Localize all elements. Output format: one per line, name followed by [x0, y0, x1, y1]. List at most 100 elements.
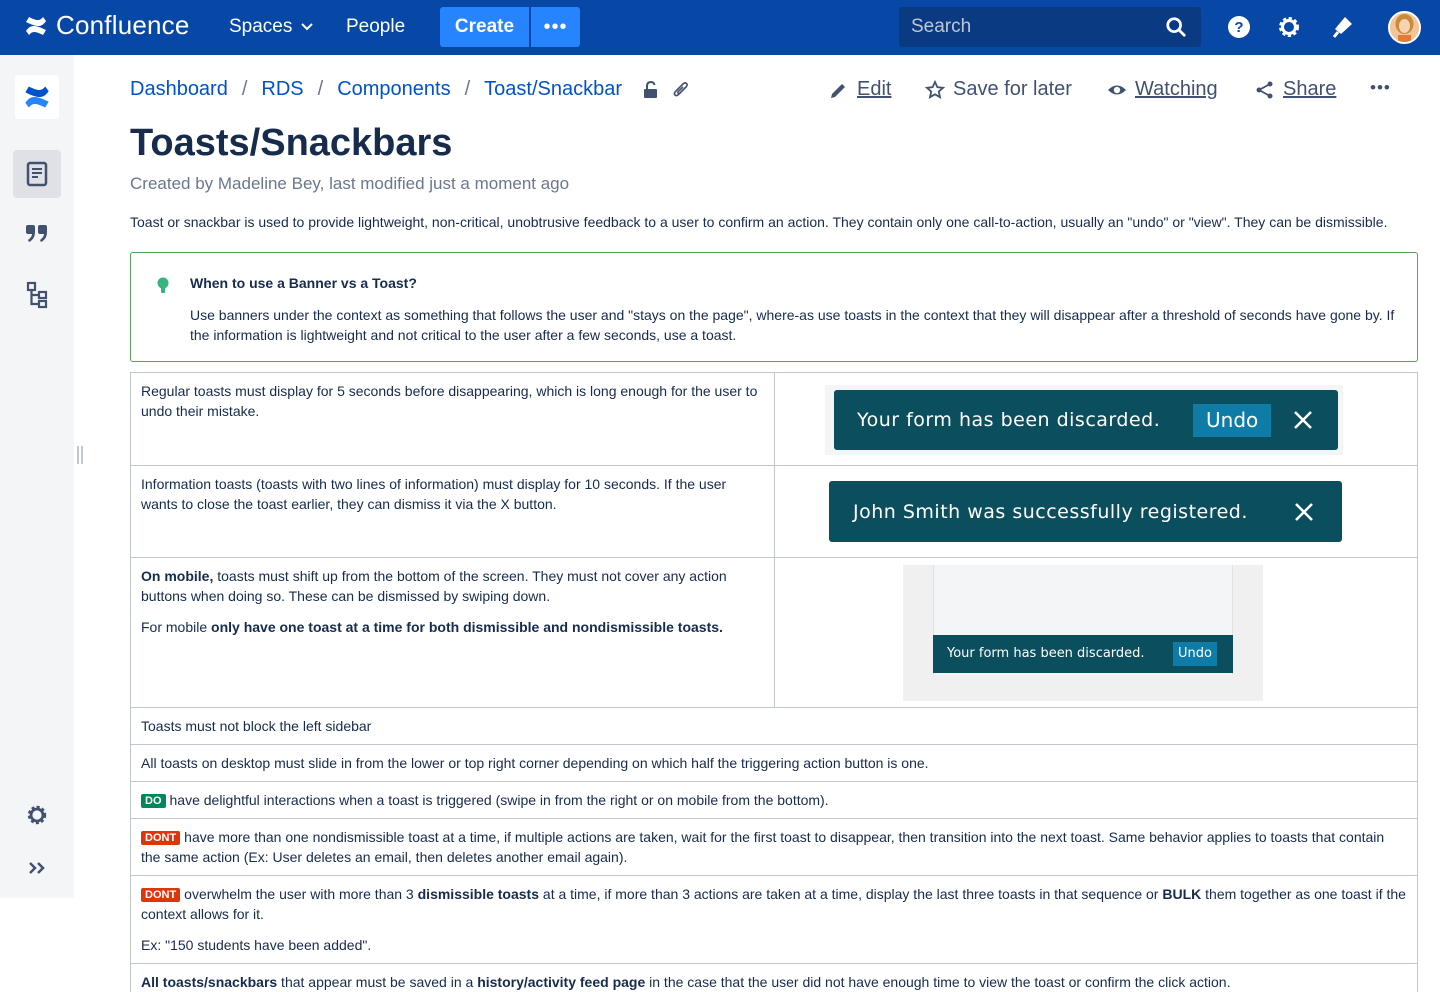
table-row: Information toasts (toasts with two line… [130, 465, 1418, 558]
top-navigation: Confluence Spaces People Create ••• ? [0, 0, 1440, 55]
settings-icon [27, 805, 47, 825]
rule-text: have delightful interactions when a toas… [169, 792, 829, 808]
rules-table: Regular toasts must display for 5 second… [130, 372, 1418, 992]
user-avatar[interactable] [1388, 11, 1421, 44]
rule-cell: DONT have more than one nondismissible to… [130, 818, 1418, 876]
rule-bold: BULK [1162, 886, 1202, 902]
breadcrumb-rds[interactable]: RDS [261, 78, 303, 101]
rule-text: at a time, if more than 3 actions are ta… [539, 886, 1163, 902]
pencil-icon [831, 83, 845, 98]
toast-message: Your form has been discarded. [857, 409, 1161, 431]
app-name: Confluence [56, 10, 190, 40]
confluence-space-icon [25, 86, 49, 108]
hierarchy-icon [26, 281, 48, 309]
notifications-icon[interactable] [1330, 14, 1356, 40]
table-row: DONT have more than one nondismissible to… [130, 818, 1418, 876]
sidebar-expand[interactable] [13, 844, 61, 892]
page-byline: Created by Madeline Bey, last modified j… [130, 174, 569, 194]
rule-example: Ex: "150 students have been added". [141, 937, 372, 953]
sidebar-page-tree[interactable] [13, 271, 61, 319]
search-input[interactable] [911, 16, 1151, 38]
rule-cell: DONT overwhelm the user with more than 3 … [130, 875, 1418, 964]
create-more-button[interactable]: ••• [531, 7, 580, 47]
table-row: DO have delightful interactions when a to… [130, 781, 1418, 819]
toast-info: John Smith was successfully registered. [829, 481, 1342, 542]
mobile-mockup: Your form has been discarded. Undo [903, 565, 1263, 701]
rule-text: For mobile [141, 619, 212, 635]
edit-label: Edit [857, 78, 892, 100]
search-icon[interactable] [1165, 16, 1187, 38]
chevron-down-icon [301, 23, 314, 31]
byline-suffix: , last modified just a moment ago [319, 174, 570, 193]
author-link[interactable]: Madeline Bey [218, 174, 320, 193]
attachment-icon[interactable] [672, 81, 690, 99]
mobile-undo-button[interactable]: Undo [1173, 642, 1217, 666]
rule-cell: DO have delightful interactions when a to… [130, 781, 1418, 819]
example-cell: Your form has been discarded. Undo [774, 372, 1418, 466]
rule-cell: On mobile, toasts must shift up from the… [130, 557, 775, 708]
table-row: All toasts/snackbars that appear must be… [130, 963, 1418, 992]
sidebar-settings[interactable] [13, 791, 61, 839]
panel-title: When to use a Banner vs a Toast? [190, 275, 417, 291]
sidebar-blog[interactable] [13, 210, 61, 258]
rule-bold: only have one toast at a time for both d… [211, 619, 723, 635]
save-for-later-button[interactable]: Save for later [925, 78, 1072, 101]
people-label: People [346, 16, 406, 37]
watching-label: Watching [1135, 78, 1218, 100]
do-lozenge: DO [141, 794, 166, 808]
rule-text: that appear must be saved in a [277, 974, 478, 990]
confluence-logo-icon [26, 16, 46, 35]
toast-message: John Smith was successfully registered. [853, 500, 1248, 523]
lightbulb-icon [157, 277, 169, 293]
star-icon [925, 79, 945, 99]
rule-cell: All toasts/snackbars that appear must be… [130, 963, 1418, 992]
breadcrumb-separator: / [317, 78, 324, 100]
rule-text: in the case that the user did not have e… [645, 974, 1231, 990]
rule-text: All toasts on desktop must slide in from… [141, 755, 929, 771]
table-row: All toasts on desktop must slide in from… [130, 744, 1418, 782]
rule-text: toasts must shift up from the bottom of … [141, 568, 727, 604]
edit-button[interactable]: Edit [829, 78, 891, 101]
toast-with-action: Your form has been discarded. Undo [834, 390, 1338, 450]
help-icon[interactable]: ? [1226, 14, 1252, 40]
sidebar-resize-handle[interactable] [77, 446, 83, 464]
settings-icon[interactable] [1276, 14, 1302, 40]
toast-undo-button[interactable]: Undo [1193, 403, 1272, 437]
example-cell: Your form has been discarded. Undo [774, 557, 1418, 708]
breadcrumb-current-page[interactable]: Toast/Snackbar [484, 78, 622, 101]
rule-cell: All toasts on desktop must slide in from… [130, 744, 1418, 782]
spaces-label: Spaces [229, 16, 293, 37]
spaces-menu[interactable]: Spaces [229, 16, 314, 38]
breadcrumb-components[interactable]: Components [337, 78, 450, 101]
watching-button[interactable]: Watching [1107, 78, 1218, 101]
rule-cell: Regular toasts must display for 5 second… [130, 372, 775, 466]
rule-text: have more than one nondismissible toast … [141, 829, 1385, 865]
unlock-icon[interactable] [642, 80, 660, 99]
sidebar-pages[interactable] [13, 150, 61, 198]
left-sidebar [0, 55, 74, 898]
rule-bold: All toasts/snackbars [141, 974, 278, 990]
byline-prefix: Created by [130, 174, 218, 193]
avatar-image [1390, 13, 1419, 42]
close-icon[interactable] [1292, 500, 1316, 524]
quote-icon [26, 225, 47, 242]
page-icon [26, 161, 48, 187]
breadcrumb-separator: / [241, 78, 248, 100]
svg-text:?: ? [1234, 19, 1243, 36]
mobile-toast-message: Your form has been discarded. [947, 646, 1145, 661]
breadcrumb-dashboard[interactable]: Dashboard [130, 78, 228, 101]
table-row: Regular toasts must display for 5 second… [130, 372, 1418, 466]
breadcrumb-separator: / [464, 78, 471, 100]
share-icon [1256, 81, 1273, 98]
more-actions-button[interactable]: ••• [1370, 78, 1391, 98]
breadcrumb: Dashboard / RDS / Components / Toast/Sna… [130, 78, 690, 101]
create-button[interactable]: Create [440, 7, 529, 47]
rule-bold: history/activity feed page [477, 974, 646, 990]
people-link[interactable]: People [346, 16, 405, 38]
share-button[interactable]: Share [1255, 78, 1336, 101]
confluence-logo[interactable]: Confluence [24, 10, 190, 41]
space-logo[interactable] [15, 75, 59, 119]
rule-text: Toasts must not block the left sidebar [141, 718, 372, 734]
close-icon[interactable] [1291, 408, 1315, 432]
rule-text: Regular toasts must display for 5 second… [141, 383, 758, 419]
